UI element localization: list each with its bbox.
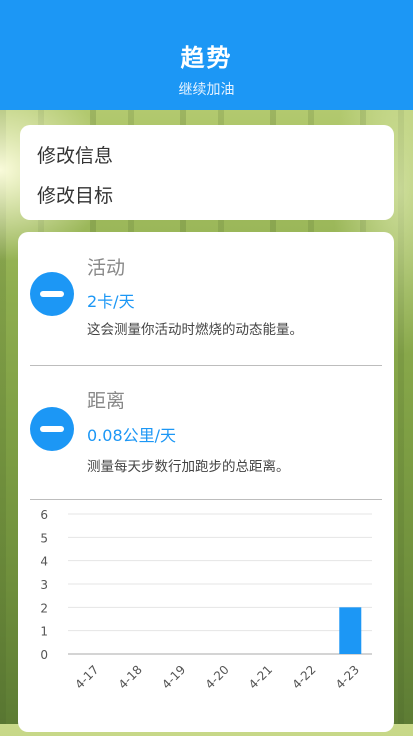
y-tick-label: 1 <box>40 625 48 639</box>
edit-goal-button[interactable]: 修改目标 <box>37 181 113 208</box>
y-tick-label: 5 <box>40 531 48 545</box>
x-tick-label: 4-19 <box>159 663 188 692</box>
y-tick-label: 4 <box>40 555 48 569</box>
x-tick-label: 4-21 <box>246 663 275 692</box>
distance-minus-button[interactable] <box>30 407 74 451</box>
y-tick-label: 0 <box>40 648 48 662</box>
settings-card: 修改信息 修改目标 <box>20 125 394 220</box>
app-header: 趋势 继续加油 <box>0 0 413 110</box>
x-tick-label: 4-23 <box>333 663 362 692</box>
distance-title: 距离 <box>87 390 126 412</box>
x-tick-label: 4-22 <box>289 663 318 692</box>
page-title: 趋势 <box>180 44 233 72</box>
bar <box>339 607 362 654</box>
bar-chart: 0 1 2 3 4 5 6 4-17 4-18 4-19 4-20 4-21 4-22 4-23 <box>40 508 372 692</box>
minus-icon <box>40 291 64 297</box>
y-tick-label: 6 <box>40 508 48 522</box>
distance-section: 距离 0.08公里/天 测量每天步数行加跑步的总距离。 <box>18 365 394 495</box>
activity-minus-button[interactable] <box>30 272 74 316</box>
distance-value: 0.08公里/天 <box>87 426 177 445</box>
page-subtitle: 继续加油 <box>178 82 235 98</box>
activity-value: 2卡/天 <box>87 292 135 311</box>
minus-icon <box>40 426 64 432</box>
x-tick-label: 4-18 <box>116 663 145 692</box>
edit-info-button[interactable]: 修改信息 <box>37 141 113 168</box>
activity-title: 活动 <box>87 257 126 279</box>
activity-section: 活动 2卡/天 这会测量你活动时燃烧的动态能量。 <box>18 232 394 362</box>
distance-description: 测量每天步数行加跑步的总距离。 <box>87 459 290 475</box>
trend-card: 活动 2卡/天 这会测量你活动时燃烧的动态能量。 距离 0.08公里/天 测量每… <box>18 232 394 732</box>
y-tick-label: 2 <box>40 601 48 615</box>
x-tick-label: 4-20 <box>203 663 232 692</box>
trend-chart: 0 1 2 3 4 5 6 4-17 4-18 4-19 4-20 4-21 4-22 4-23 <box>18 500 394 732</box>
y-tick-label: 3 <box>40 578 48 592</box>
activity-description: 这会测量你活动时燃烧的动态能量。 <box>87 322 303 338</box>
x-tick-label: 4-17 <box>72 663 101 692</box>
